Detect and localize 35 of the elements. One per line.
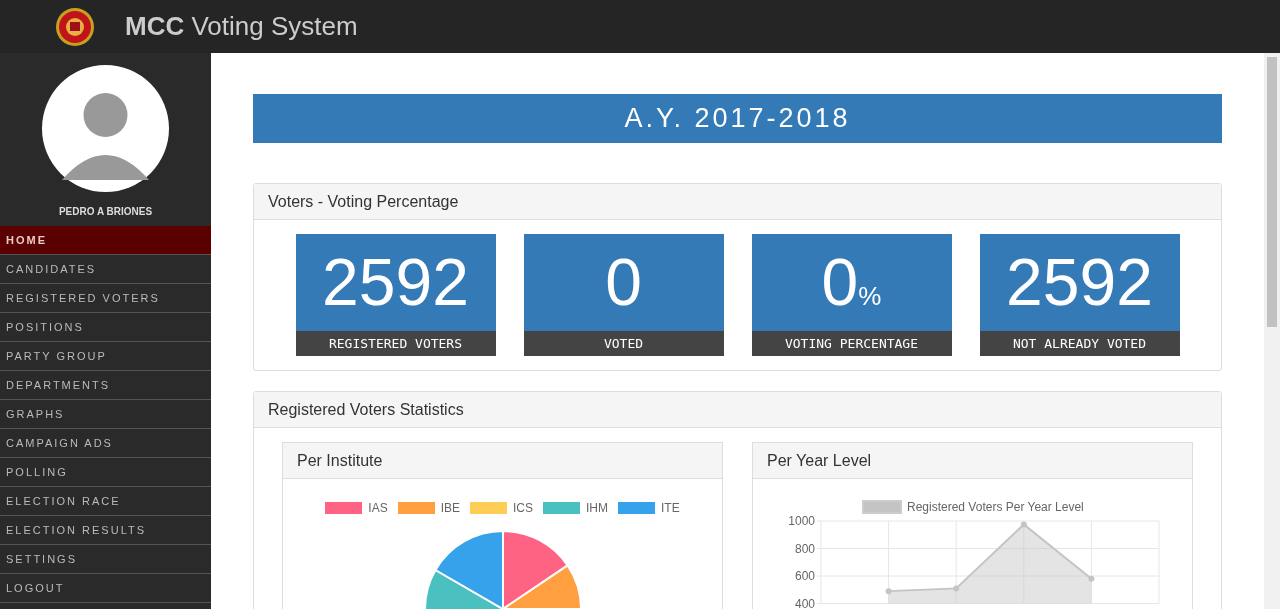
data-point [885,588,892,595]
stat-number: 2592 [295,234,496,331]
data-point [953,585,960,592]
stat-number: 0 [523,234,724,331]
stat-number: 2592 [979,234,1180,331]
y-tick-label: 1000 [788,514,815,528]
legend-label: IAS [368,501,388,515]
legend-label: IBE [440,501,460,515]
stat-label: REGISTERED VOTERS [295,331,496,356]
panel-title: Registered Voters Statistics [254,392,1221,428]
scroll-thumb[interactable] [1267,57,1277,327]
legend-label: ITE [661,501,680,515]
chart-legend: Registered Voters Per Year Level [862,500,1084,514]
data-point [1020,521,1027,528]
academic-year-banner: A.Y. 2017-2018 [253,94,1222,143]
y-tick-label: 800 [794,541,815,556]
legend-label: ICS [513,501,533,515]
app-title: MCC Voting System [125,11,358,42]
stat-label: VOTING PERCENTAGE [751,331,952,356]
panel-title: Per Institute [283,443,722,479]
seal-logo-icon [55,6,95,47]
data-point [1088,575,1095,582]
avatar-icon [42,65,169,192]
stat-number: 0% [751,234,952,331]
panel-title: Voters - Voting Percentage [254,184,1221,220]
legend-label: Registered Voters Per Year Level [907,500,1084,514]
scrollbar[interactable] [1264,53,1280,609]
y-tick-label: 400 [794,596,815,609]
stat-label: VOTED [523,331,724,356]
panel-title: Per Year Level [753,443,1192,479]
menu-item[interactable]: HOME [0,226,211,255]
legend-label: IHM [586,501,608,515]
user-name: PEDRO A BRIONES [57,206,154,217]
stat-label: NOT ALREADY VOTED [979,331,1180,356]
y-tick-label: 600 [794,569,815,583]
